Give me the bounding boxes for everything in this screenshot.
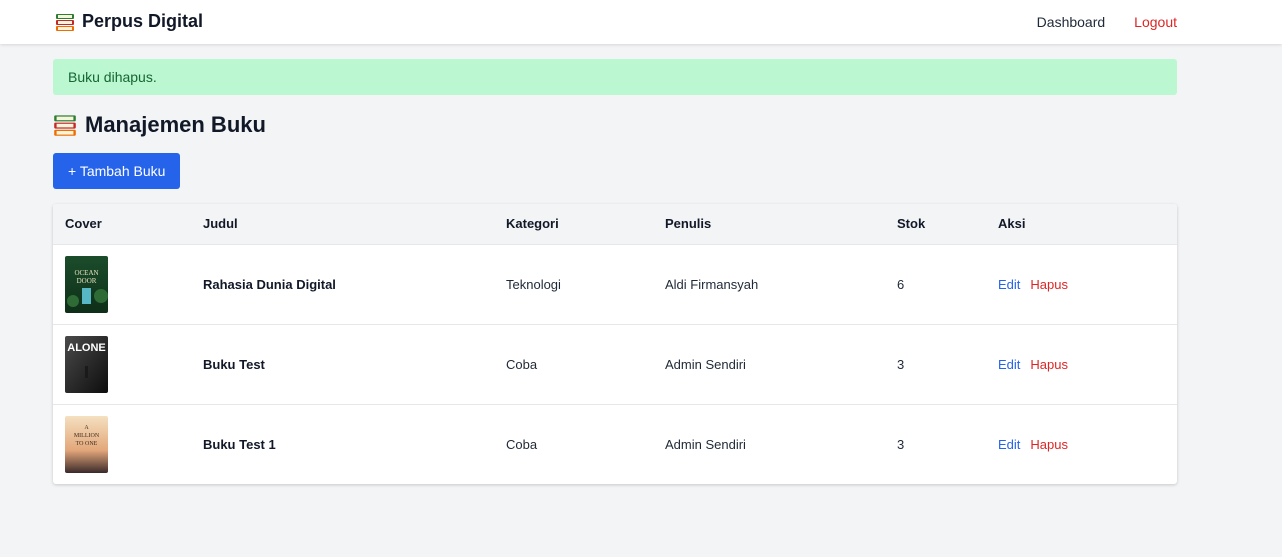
svg-text:ALONE: ALONE: [67, 342, 106, 354]
books-icon: [54, 115, 76, 136]
nav-links: Dashboard Logout: [1037, 14, 1177, 30]
col-header-author: Penulis: [665, 216, 712, 232]
book-stock: 3: [897, 436, 905, 452]
col-header-title: Judul: [203, 216, 238, 232]
nav-logout-link[interactable]: Logout: [1134, 14, 1177, 30]
brand-name: Perpus Digital: [82, 11, 204, 31]
col-header-actions: Aksi: [998, 216, 1026, 232]
edit-link[interactable]: Edit: [998, 357, 1020, 372]
book-author: Admin Sendiri: [665, 436, 746, 452]
book-category: Teknologi: [506, 276, 561, 292]
table-row: OCEAN DOOR Rahasia Dunia Digital Teknolo…: [53, 244, 1177, 324]
book-stock: 3: [897, 356, 905, 372]
table-row: ALONE Buku Test Coba Admin Sendiri 3 Edi…: [53, 324, 1177, 404]
svg-text:OCEAN: OCEAN: [74, 269, 98, 277]
book-title: Buku Test: [203, 356, 265, 372]
col-header-category: Kategori: [506, 216, 559, 232]
books-table: Cover Judul Kategori Penulis Stok Aksi O…: [53, 204, 1177, 484]
edit-link[interactable]: Edit: [998, 277, 1020, 292]
edit-link[interactable]: Edit: [998, 437, 1020, 452]
col-header-stock: Stok: [897, 216, 926, 232]
book-cover-image: A MILLION TO ONE: [65, 415, 108, 473]
svg-text:MILLION: MILLION: [74, 433, 100, 439]
book-title: Rahasia Dunia Digital: [203, 276, 336, 292]
book-author: Admin Sendiri: [665, 356, 746, 372]
navbar: Perpus Digital Dashboard Logout: [0, 0, 1282, 44]
svg-text:A: A: [84, 425, 89, 431]
svg-text:TO ONE: TO ONE: [76, 441, 98, 447]
books-icon: [56, 13, 74, 31]
book-actions: Edit Hapus: [986, 244, 1177, 324]
book-stock: 6: [897, 276, 905, 292]
book-cover-image: OCEAN DOOR: [65, 255, 108, 313]
alert-message: Buku dihapus.: [68, 69, 157, 85]
books-table-card: Cover Judul Kategori Penulis Stok Aksi O…: [53, 204, 1177, 484]
page-title: Manajemen Buku: [53, 112, 1177, 138]
book-title: Buku Test 1: [203, 436, 276, 452]
nav-dashboard-link[interactable]: Dashboard: [1037, 14, 1106, 30]
book-cover-image: ALONE: [65, 335, 108, 393]
delete-link[interactable]: Hapus: [1030, 357, 1068, 372]
table-row: A MILLION TO ONE Buku Test 1 Coba Admin …: [53, 404, 1177, 484]
col-header-cover: Cover: [65, 216, 102, 232]
book-category: Coba: [506, 356, 538, 372]
book-actions: Edit Hapus: [986, 324, 1177, 404]
add-book-button[interactable]: + Tambah Buku: [53, 153, 181, 189]
page-title-text: Manajemen Buku: [85, 112, 266, 137]
success-alert: Buku dihapus.: [53, 59, 1177, 95]
book-category: Coba: [506, 436, 538, 452]
delete-link[interactable]: Hapus: [1030, 277, 1068, 292]
book-author: Aldi Firmansyah: [665, 276, 759, 292]
brand[interactable]: Perpus Digital: [55, 11, 203, 32]
table-header-row: Cover Judul Kategori Penulis Stok Aksi: [53, 204, 1177, 244]
book-actions: Edit Hapus: [986, 404, 1177, 484]
svg-text:DOOR: DOOR: [77, 277, 97, 285]
delete-link[interactable]: Hapus: [1030, 437, 1068, 452]
